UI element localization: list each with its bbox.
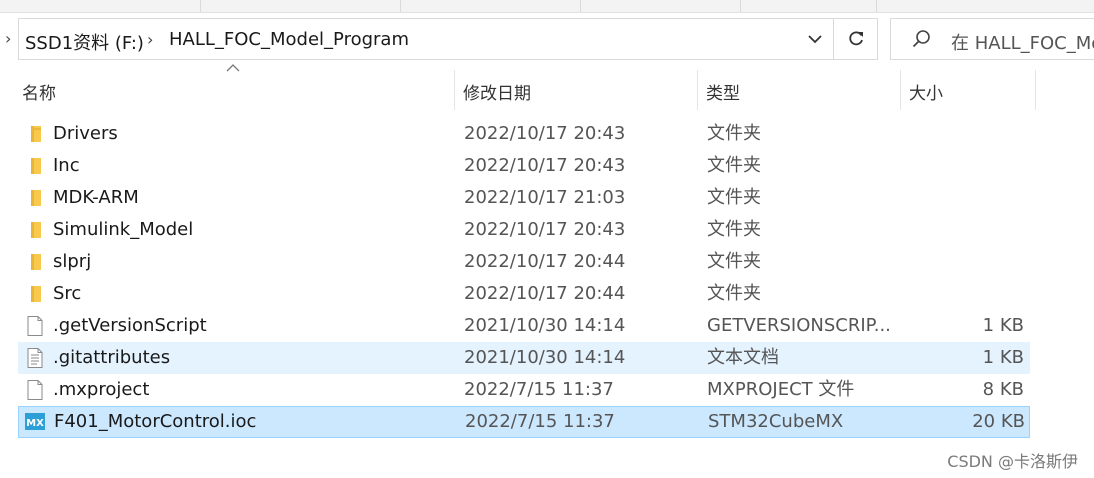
- file-name: Drivers: [53, 123, 118, 144]
- file-row[interactable]: slprj 2022/10/17 20:44 文件夹: [18, 246, 1030, 278]
- file-name: MDK-ARM: [53, 187, 139, 208]
- file-name: Inc: [53, 155, 80, 176]
- file-name: Simulink_Model: [53, 219, 194, 240]
- file-date: 2022/10/17 21:03: [464, 187, 626, 208]
- column-header-name[interactable]: 名称: [14, 70, 455, 110]
- column-header-label: 修改日期: [463, 84, 531, 104]
- file-type: 文件夹: [707, 123, 761, 144]
- ribbon-separator: [740, 0, 741, 12]
- ribbon-separator: [580, 0, 581, 12]
- search-icon: [912, 30, 930, 48]
- file-date: 2022/7/15 11:37: [465, 411, 615, 432]
- file-name: .mxproject: [53, 379, 150, 400]
- file-date: 2022/10/17 20:44: [464, 251, 626, 272]
- breadcrumb-item-folder[interactable]: HALL_FOC_Model_Program: [169, 29, 409, 50]
- file-row[interactable]: .mxproject 2022/7/15 11:37 MXPROJECT 文件 …: [18, 374, 1030, 406]
- file-row[interactable]: Drivers 2022/10/17 20:43 文件夹: [18, 118, 1030, 150]
- file-row-selected[interactable]: MX F401_MotorControl.ioc 2022/7/15 11:37…: [18, 406, 1030, 438]
- chevron-down-icon: [808, 34, 822, 43]
- file-type: 文件夹: [707, 187, 761, 208]
- file-date: 2022/10/17 20:44: [464, 283, 626, 304]
- folder-icon: [24, 123, 46, 145]
- file-row[interactable]: .gitattributes 2021/10/30 14:14 文本文档 1 K…: [18, 342, 1030, 374]
- file-type: GETVERSIONSCRIP...: [707, 315, 891, 336]
- file-date: 2022/10/17 20:43: [464, 219, 626, 240]
- folder-icon: [24, 251, 46, 273]
- file-size: 20 KB: [972, 411, 1025, 432]
- column-header-size[interactable]: 大小: [901, 70, 1036, 110]
- file-type: 文本文档: [707, 347, 779, 368]
- mx-file-icon: MX: [24, 411, 46, 433]
- blank-file-icon: [24, 379, 46, 401]
- file-row[interactable]: Inc 2022/10/17 20:43 文件夹: [18, 150, 1030, 182]
- file-size: 1 KB: [982, 315, 1024, 336]
- text-file-icon: [24, 347, 46, 369]
- file-type: 文件夹: [707, 155, 761, 176]
- column-header-type[interactable]: 类型: [698, 70, 901, 110]
- file-size: [904, 118, 1024, 150]
- file-size: [904, 278, 1024, 310]
- file-date: 2022/10/17 20:43: [464, 155, 626, 176]
- ribbon-separator: [200, 0, 201, 12]
- file-date: 2022/10/17 20:43: [464, 123, 626, 144]
- search-box[interactable]: 在 HALL_FOC_Model_Program 中搜索: [890, 18, 1094, 60]
- file-type: MXPROJECT 文件: [707, 379, 855, 400]
- svg-text:MX: MX: [26, 418, 44, 429]
- refresh-button[interactable]: [834, 19, 878, 59]
- file-name: .gitattributes: [53, 347, 171, 368]
- breadcrumb-chevron-icon[interactable]: ›: [5, 29, 11, 48]
- file-type: STM32CubeMX: [708, 411, 844, 432]
- file-date: 2021/10/30 14:14: [464, 347, 626, 368]
- file-size: 1 KB: [982, 347, 1024, 368]
- watermark: CSDN @卡洛斯伊: [947, 452, 1078, 471]
- address-history-dropdown[interactable]: [797, 19, 833, 59]
- file-type: 文件夹: [707, 219, 761, 240]
- file-row[interactable]: Simulink_Model 2022/10/17 20:43 文件夹: [18, 214, 1030, 246]
- file-row[interactable]: Src 2022/10/17 20:44 文件夹: [18, 278, 1030, 310]
- refresh-icon: [849, 31, 863, 46]
- ribbon-separator: [876, 0, 877, 12]
- file-row[interactable]: .getVersionScript 2021/10/30 14:14 GETVE…: [18, 310, 1030, 342]
- search-input[interactable]: 在 HALL_FOC_Model_Program 中搜索: [951, 29, 1094, 55]
- file-size: [904, 246, 1024, 278]
- address-bar[interactable]: › SSD1资料 (F:) › HALL_FOC_Model_Program: [5, 18, 878, 60]
- file-size: [904, 150, 1024, 182]
- breadcrumb-chevron-icon[interactable]: ›: [147, 30, 153, 49]
- file-date: 2021/10/30 14:14: [464, 315, 626, 336]
- file-name: slprj: [53, 251, 92, 272]
- column-header-date[interactable]: 修改日期: [455, 70, 698, 110]
- folder-icon: [24, 155, 46, 177]
- ribbon-strip: [0, 0, 1094, 13]
- folder-icon: [24, 283, 46, 305]
- file-size: [904, 182, 1024, 214]
- column-header-label: 类型: [706, 84, 740, 104]
- file-size: 8 KB: [982, 379, 1024, 400]
- column-header-label: 名称: [22, 84, 56, 104]
- file-type: 文件夹: [707, 251, 761, 272]
- folder-icon: [24, 219, 46, 241]
- file-row[interactable]: MDK-ARM 2022/10/17 21:03 文件夹: [18, 182, 1030, 214]
- file-name: F401_MotorControl.ioc: [54, 411, 257, 432]
- column-header-label: 大小: [909, 84, 943, 104]
- ribbon-separator: [400, 0, 401, 12]
- file-name: .getVersionScript: [53, 315, 207, 336]
- breadcrumb-item-drive[interactable]: SSD1资料 (F:): [25, 29, 144, 55]
- file-name: Src: [53, 283, 82, 304]
- blank-file-icon: [24, 315, 46, 337]
- file-size: [904, 214, 1024, 246]
- folder-icon: [24, 187, 46, 209]
- file-date: 2022/7/15 11:37: [464, 379, 614, 400]
- file-type: 文件夹: [707, 283, 761, 304]
